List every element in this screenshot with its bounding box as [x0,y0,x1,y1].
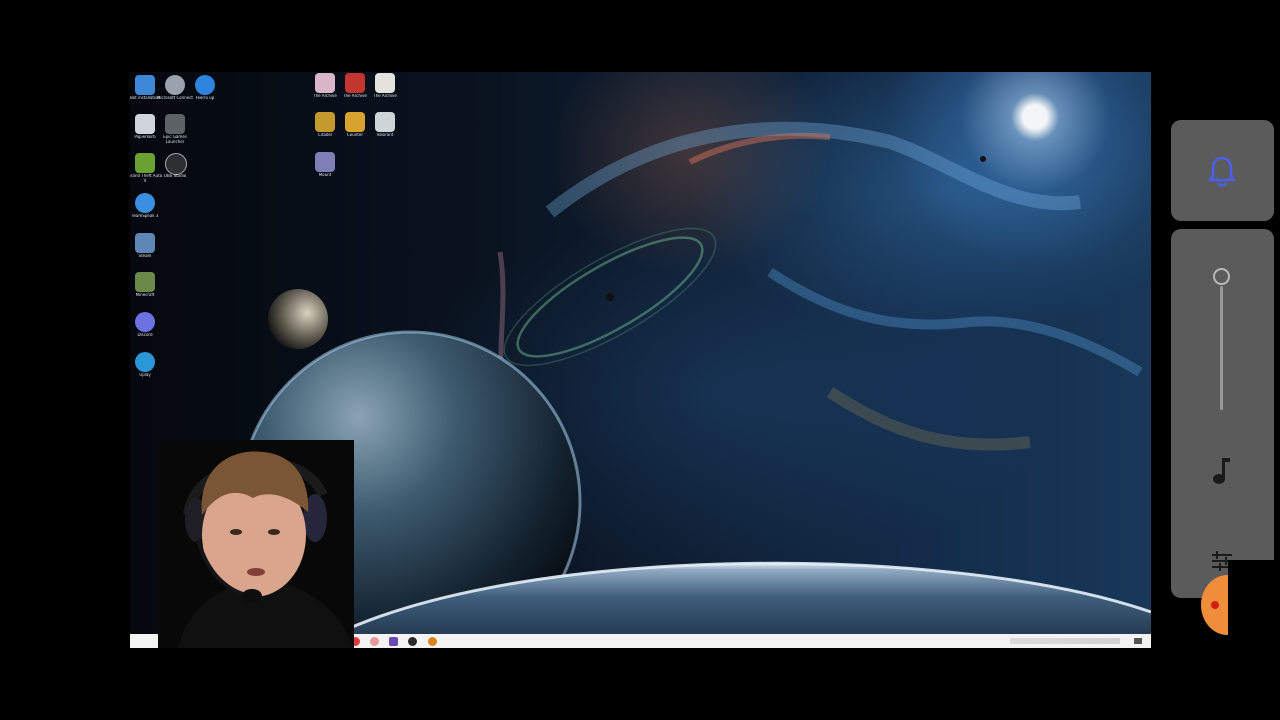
desktop-icon[interactable]: Uplay [132,352,158,386]
discord-icon [135,312,155,332]
desktop-icon-label: Discord [137,333,153,337]
desktop-icon-label: Mount [318,173,332,177]
desktop-icon-label: Hierro up [195,96,215,100]
desktop-icon[interactable]: Bot installation [130,75,160,109]
desktop-icon[interactable]: TeamSpeak 3 [132,193,158,227]
app-icon [135,75,155,95]
recycle-bin-icon [135,114,155,134]
video-frame: Bot installation Microsoft Connect Hierr… [0,0,1280,720]
music-note-icon[interactable] [1210,455,1234,487]
desktop-icon[interactable]: Papierkorb [132,114,158,148]
desktop-icon[interactable]: Hierro up [192,75,218,109]
desktop-icon-label: Epic Games Launcher [163,135,187,144]
taskbar-app-icon[interactable] [370,637,379,646]
desktop-icon-label: OBS Studio [163,174,187,178]
desktop-icon[interactable]: Valorant [372,112,398,146]
desktop-icon-label: Minecraft [135,293,155,297]
taskbar-app-icon[interactable] [389,637,398,646]
desktop-icon[interactable]: Microsoft Connect [157,75,193,109]
desktop-icon-label: The Archive [373,94,397,98]
volume-slider-knob[interactable] [1213,268,1230,285]
desktop-icon[interactable]: Counter [342,112,368,146]
desktop-icon[interactable]: The Archive [312,73,338,107]
doc-icon [315,73,335,93]
epic-launcher-icon [165,114,185,134]
steam-icon [135,233,155,253]
teamspeak-icon [135,193,155,213]
record-dot-icon [1211,601,1219,609]
game-icon [315,152,335,172]
obs-icon [165,153,187,175]
desktop-icon-label: Steam [138,254,152,258]
app-icon [195,75,215,95]
doc-icon [375,73,395,93]
system-tray[interactable] [1010,638,1120,644]
desktop-icon-label: TeamSpeak 3 [131,214,159,218]
desktop-icon[interactable]: Steam [132,233,158,267]
game-icon [375,112,395,132]
desktop-icon[interactable]: The Archive [342,73,368,107]
desktop-icon[interactable]: The Archive [372,73,398,107]
doc-icon [345,73,365,93]
desktop-icon[interactable]: Grand Theft Auto V [130,153,162,187]
webcam-overlay [158,440,354,648]
desktop-icon-label: Uplay [139,373,151,377]
minecraft-icon [135,272,155,292]
game-icon [345,112,365,132]
desktop-icon[interactable]: Citadel [312,112,338,146]
game-icon [315,112,335,132]
volume-slider-track[interactable] [1220,286,1223,410]
notification-icon[interactable] [1134,638,1142,644]
desktop-icon-label: Valorant [376,133,394,137]
streamer-webcam-image [158,440,354,648]
nvidia-icon [135,153,155,173]
desktop-icon[interactable]: Minecraft [132,272,158,306]
taskbar-app-icon[interactable] [428,637,437,646]
app-icon [165,75,185,95]
desktop-icon[interactable]: OBS Studio [162,153,188,187]
screen-edge [1228,560,1280,650]
desktop-icon[interactable]: Epic Games Launcher [162,114,188,148]
desktop-icon[interactable]: Mount [312,152,338,186]
bell-icon[interactable] [1208,155,1236,187]
uplay-icon [135,352,155,372]
taskbar-app-icon[interactable] [408,637,417,646]
desktop-icon[interactable]: Discord [132,312,158,346]
